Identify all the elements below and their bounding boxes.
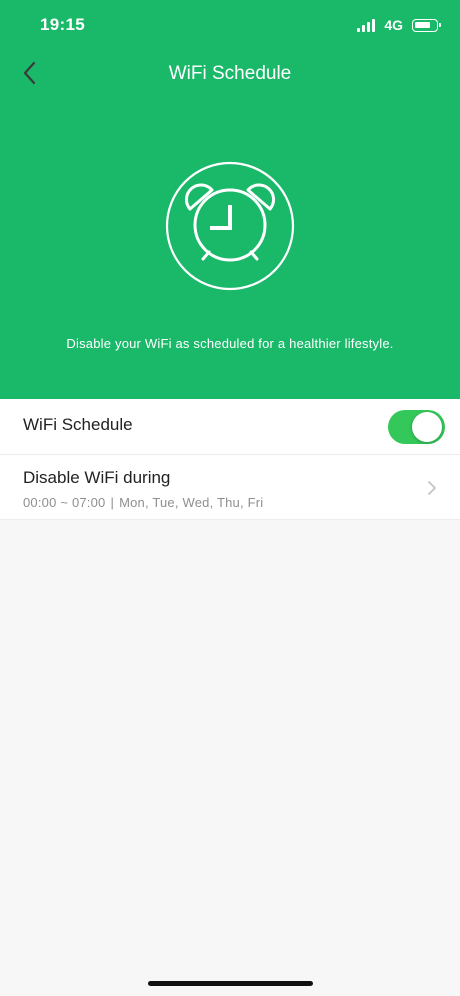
wifi-schedule-toggle[interactable] — [388, 410, 445, 444]
settings-list: WiFi Schedule Disable WiFi during 00:00 … — [0, 399, 460, 520]
schedule-summary: 00:00 ~ 07:00 | Mon, Tue, Wed, Thu, Fri — [23, 495, 263, 510]
disable-wifi-label: Disable WiFi during — [23, 468, 171, 487]
status-bar: 19:15 4G — [0, 0, 460, 50]
home-indicator[interactable] — [148, 981, 313, 986]
chevron-right-icon — [428, 481, 436, 495]
header-hero: 19:15 4G WiFi Schedule Disable your WiFi… — [0, 0, 460, 399]
schedule-time-range: 00:00 ~ 07:00 — [23, 495, 106, 510]
hero-description: Disable your WiFi as scheduled for a hea… — [66, 336, 394, 351]
network-label: 4G — [384, 17, 403, 33]
wifi-schedule-label: WiFi Schedule — [23, 415, 133, 434]
alarm-clock-icon — [165, 161, 295, 291]
disable-wifi-row[interactable]: Disable WiFi during 00:00 ~ 07:00 | Mon, T… — [0, 455, 460, 520]
page-title: WiFi Schedule — [168, 63, 292, 84]
schedule-separator: | — [110, 495, 115, 510]
schedule-days: Mon, Tue, Wed, Thu, Fri — [119, 495, 264, 510]
wifi-schedule-row: WiFi Schedule — [0, 399, 460, 455]
status-indicators: 4G — [357, 15, 441, 35]
signal-icon — [357, 18, 377, 32]
battery-icon — [412, 18, 441, 32]
status-time: 19:15 — [40, 15, 85, 34]
toggle-knob — [412, 412, 442, 442]
